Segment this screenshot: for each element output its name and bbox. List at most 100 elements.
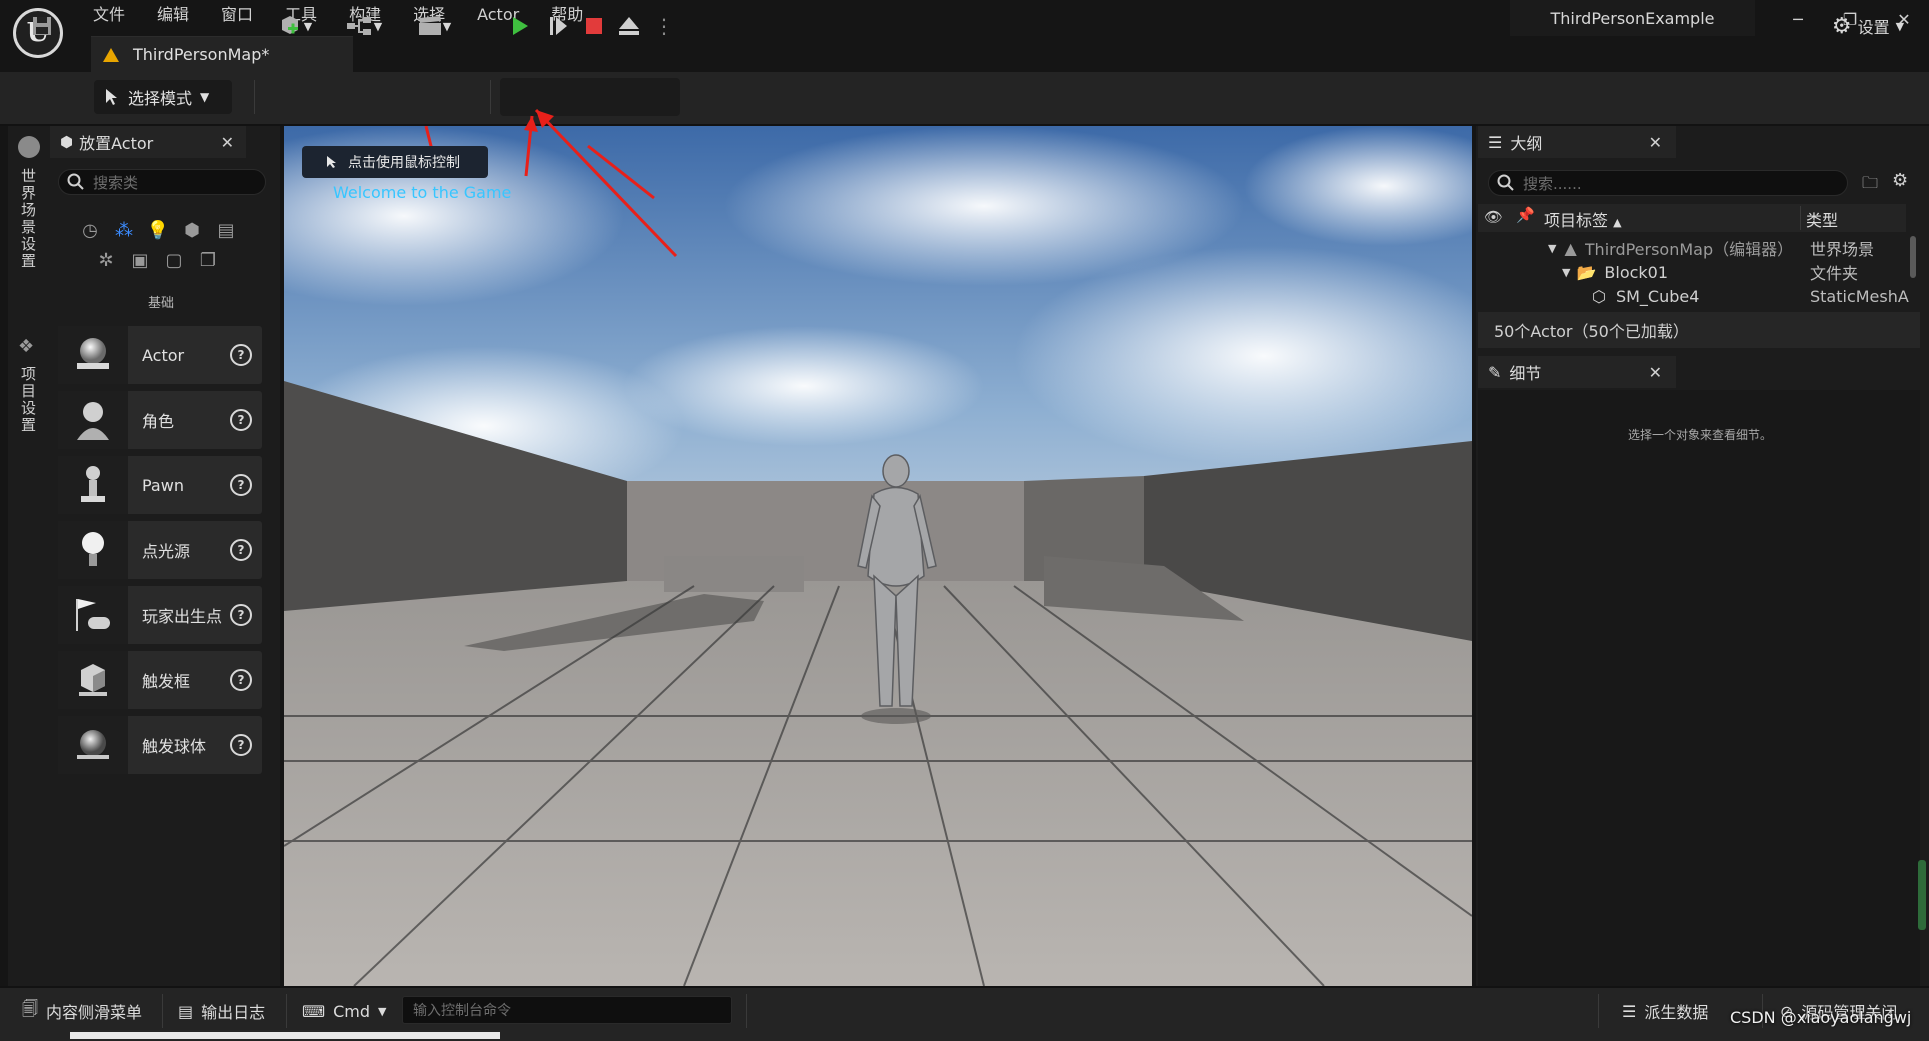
volumes-icon[interactable]: ▣ <box>129 249 151 271</box>
actor-item-player-start[interactable]: 玩家出生点 ? <box>58 586 262 644</box>
level-viewport[interactable] <box>284 126 1472 986</box>
help-icon[interactable]: ? <box>230 474 252 496</box>
gear-icon[interactable]: ⚙ <box>1892 170 1908 191</box>
place-actor-search[interactable]: 搜索类 <box>58 169 266 195</box>
add-cube-icon <box>281 16 298 34</box>
add-folder-icon[interactable]: 🗀 <box>1862 172 1878 199</box>
actor-item-point-light[interactable]: 点光源 ? <box>58 521 262 579</box>
help-icon[interactable]: ? <box>230 734 252 756</box>
all-classes-icon[interactable]: ❐ <box>197 249 219 271</box>
stop-icon[interactable] <box>580 8 608 44</box>
project-name: ThirdPersonExample <box>1510 0 1755 36</box>
status-divider <box>162 994 163 1028</box>
close-icon[interactable]: ✕ <box>1649 363 1662 382</box>
tree-row[interactable]: ▼ ▲ ThirdPersonMap（编辑器） 世界场景 <box>1548 236 1918 260</box>
outliner-tab[interactable]: ☰ 大纲 ✕ <box>1478 126 1676 158</box>
chevron-down-icon: ▼ <box>373 19 383 33</box>
details-body <box>1478 390 1920 986</box>
details-empty-hint: 选择一个对象来查看细节。 <box>1628 428 1773 442</box>
flag-gamepad-icon <box>58 586 128 644</box>
settings-button[interactable]: ⚙ 设置 ▼ <box>1820 8 1916 44</box>
step-icon[interactable] <box>544 8 572 44</box>
content-drawer-button[interactable]: 🗐 内容侧滑菜单 <box>22 994 142 1028</box>
recent-icon[interactable]: ◷ <box>79 219 101 241</box>
lights-icon[interactable]: 💡 <box>147 219 169 241</box>
static-mesh-icon: ⬡ <box>1592 286 1606 306</box>
world-settings-tab[interactable]: 世界场景设置 <box>18 168 39 270</box>
output-log-button[interactable]: ▤ 输出日志 <box>178 994 265 1028</box>
select-mode-button[interactable]: 选择模式 ▼ <box>94 80 232 114</box>
map-tab-label: ThirdPersonMap* <box>133 45 270 64</box>
blueprint-icon <box>346 17 371 35</box>
eject-icon[interactable] <box>614 8 644 44</box>
column-type-label[interactable]: 类型 <box>1806 207 1838 231</box>
pin-icon[interactable]: 📌 <box>1516 206 1535 224</box>
help-icon[interactable]: ? <box>230 539 252 561</box>
welcome-message: Welcome to the Game <box>333 183 512 202</box>
help-icon[interactable]: ? <box>230 344 252 366</box>
more-options-icon[interactable]: ⋮ <box>654 8 674 44</box>
folder-icon: 📂 <box>1576 262 1597 282</box>
outliner-title: 大纲 <box>1510 134 1543 153</box>
actor-item-trigger-box[interactable]: 触发框 ? <box>58 651 262 709</box>
menu-window[interactable]: 窗口 <box>221 4 272 26</box>
actor-item-trigger-sphere[interactable]: 触发球体 ? <box>58 716 262 774</box>
project-settings-icon[interactable]: ❖ <box>18 336 34 357</box>
geometry-icon[interactable]: ▢ <box>163 249 185 271</box>
pawn-icon <box>58 456 128 514</box>
close-icon[interactable]: ✕ <box>221 133 234 152</box>
help-icon[interactable]: ? <box>230 409 252 431</box>
actor-item-actor[interactable]: Actor ? <box>58 326 262 384</box>
derived-data-button[interactable]: ☰ 派生数据 <box>1622 994 1708 1028</box>
outliner-header <box>1478 204 1906 232</box>
menu-edit[interactable]: 编辑 <box>157 4 208 26</box>
outliner-scrollbar[interactable] <box>1910 236 1916 278</box>
add-content-button[interactable]: ▼ <box>272 8 318 44</box>
taskbar-strip <box>70 1032 500 1039</box>
status-divider <box>746 994 747 1028</box>
category-icons: ◷ ⁂ 💡 ⬢ ▤ ✲ ▣ ▢ ❐ <box>75 215 255 285</box>
console-input[interactable]: 输入控制台命令 <box>402 996 732 1024</box>
cursor-icon <box>106 89 117 105</box>
actor-item-character[interactable]: 角色 ? <box>58 391 262 449</box>
cinematic-icon[interactable]: ▤ <box>215 219 237 241</box>
visibility-icon[interactable]: 👁 <box>1484 208 1503 226</box>
cube-icon <box>58 651 128 709</box>
blueprint-button[interactable]: ▼ <box>340 8 388 44</box>
basic-icon[interactable]: ⁂ <box>113 219 135 241</box>
sphere-icon <box>58 326 128 384</box>
column-item-label[interactable]: 项目标签 ▲ <box>1544 207 1622 231</box>
actor-item-label: 角色 <box>142 412 175 431</box>
cinematics-button[interactable]: ▼ <box>410 8 458 44</box>
chevron-down-icon: ▼ <box>1895 19 1905 33</box>
tree-row[interactable]: ⬡ SM_Cube4 StaticMeshA <box>1592 284 1918 308</box>
project-settings-tab[interactable]: 项目设置 <box>18 366 39 434</box>
actor-count: 50个Actor（50个已加载） <box>1478 312 1920 348</box>
select-mode-label: 选择模式 <box>128 89 193 108</box>
tree-row[interactable]: ▼ 📂 Block01 文件夹 <box>1562 260 1918 284</box>
cmd-dropdown[interactable]: ⌨ Cmd ▼ <box>302 994 386 1028</box>
shapes-icon[interactable]: ⬢ <box>181 219 203 241</box>
sort-up-icon: ▲ <box>1613 216 1622 229</box>
mouse-control-hint[interactable]: 点击使用鼠标控制 <box>302 146 488 178</box>
search-placeholder: 搜索...... <box>1523 174 1582 193</box>
side-indicator <box>1918 860 1926 930</box>
close-icon[interactable]: ✕ <box>1649 133 1662 152</box>
place-actor-tab[interactable]: ⬢ 放置Actor ✕ <box>50 126 246 158</box>
warning-icon <box>103 47 119 62</box>
outliner-search[interactable]: 搜索...... <box>1488 170 1848 196</box>
gear-icon: ⚙ <box>1831 13 1852 39</box>
menu-file[interactable]: 文件 <box>93 4 144 26</box>
details-tab[interactable]: ✎ 细节 ✕ <box>1478 356 1676 388</box>
save-icon[interactable] <box>24 8 60 44</box>
help-icon[interactable]: ? <box>230 669 252 691</box>
actor-item-pawn[interactable]: Pawn ? <box>58 456 262 514</box>
play-icon[interactable] <box>506 8 534 44</box>
game-scene <box>284 126 1472 986</box>
actor-item-label: Actor <box>142 345 185 365</box>
help-icon[interactable]: ? <box>230 604 252 626</box>
visual-effects-icon[interactable]: ✲ <box>95 249 117 271</box>
globe-icon[interactable] <box>18 136 40 158</box>
outliner-icon: ☰ <box>1488 132 1503 152</box>
minimize-icon[interactable]: ─ <box>1778 4 1818 34</box>
